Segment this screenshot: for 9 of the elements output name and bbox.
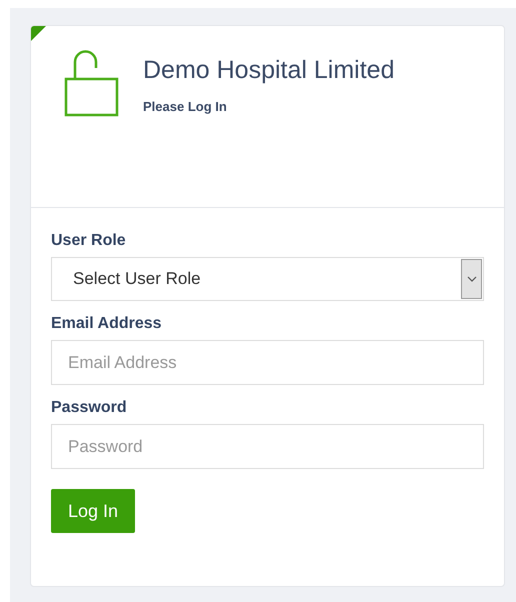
field-label: Password: [51, 399, 128, 417]
corner-mark: [31, 26, 46, 41]
user-role-select[interactable]: Select User Role: [51, 257, 484, 301]
input-field[interactable]: Email Address: [51, 340, 484, 385]
field-label: Email Address: [51, 315, 163, 333]
company-title: Demo Hospital Limited: [143, 56, 394, 85]
input-field[interactable]: Password: [51, 424, 484, 469]
login-prompt: Please Log In: [143, 99, 228, 114]
field-label: User Role: [51, 232, 127, 250]
